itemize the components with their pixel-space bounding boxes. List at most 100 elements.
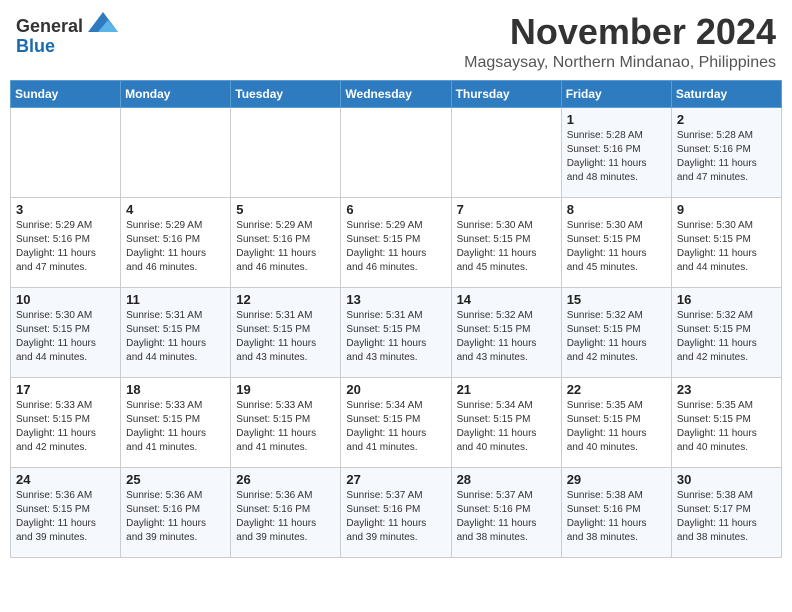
day-info: Sunrise: 5:38 AMSunset: 5:16 PMDaylight:… [567, 489, 666, 545]
table-row: 29 Sunrise: 5:38 AMSunset: 5:16 PMDayligh… [561, 467, 671, 557]
day-info: Sunrise: 5:31 AMSunset: 5:15 PMDaylight:… [346, 309, 445, 365]
day-number: 19 [236, 382, 335, 397]
day-number: 4 [126, 202, 225, 217]
day-number: 16 [677, 292, 776, 307]
table-row [341, 107, 451, 197]
table-row [121, 107, 231, 197]
day-number: 12 [236, 292, 335, 307]
day-info: Sunrise: 5:28 AMSunset: 5:16 PMDaylight:… [567, 129, 666, 185]
table-row: 18 Sunrise: 5:33 AMSunset: 5:15 PMDayligh… [121, 377, 231, 467]
day-number: 18 [126, 382, 225, 397]
table-row: 15Sunrise: 5:32 AMSunset: 5:15 PMDayligh… [561, 287, 671, 377]
table-row: 19 Sunrise: 5:33 AMSunset: 5:15 PMDayligh… [231, 377, 341, 467]
title-area: November 2024 Magsaysay, Northern Mindan… [464, 12, 776, 72]
day-info: Sunrise: 5:29 AMSunset: 5:16 PMDaylight:… [236, 219, 335, 275]
day-number: 10 [16, 292, 115, 307]
col-tuesday: Tuesday [231, 80, 341, 107]
day-info: Sunrise: 5:35 AMSunset: 5:15 PMDaylight:… [677, 399, 776, 455]
calendar-wrapper: Sunday Monday Tuesday Wednesday Thursday… [0, 80, 792, 568]
day-info: Sunrise: 5:31 AMSunset: 5:15 PMDaylight:… [126, 309, 225, 365]
day-number: 2 [677, 112, 776, 127]
day-number: 11 [126, 292, 225, 307]
day-info: Sunrise: 5:35 AMSunset: 5:15 PMDaylight:… [567, 399, 666, 455]
table-row [231, 107, 341, 197]
calendar-header-row: Sunday Monday Tuesday Wednesday Thursday… [11, 80, 782, 107]
logo-blue-text: Blue [16, 37, 55, 55]
day-number: 25 [126, 472, 225, 487]
table-row: 4 Sunrise: 5:29 AMSunset: 5:16 PMDaylight… [121, 197, 231, 287]
logo-icon [88, 12, 118, 32]
day-info: Sunrise: 5:38 AMSunset: 5:17 PMDaylight:… [677, 489, 776, 545]
logo-general-text: General [16, 16, 83, 36]
table-row: 17Sunrise: 5:33 AMSunset: 5:15 PMDayligh… [11, 377, 121, 467]
day-number: 28 [457, 472, 556, 487]
day-info: Sunrise: 5:33 AMSunset: 5:15 PMDaylight:… [126, 399, 225, 455]
table-row: 21Sunrise: 5:34 AMSunset: 5:15 PMDayligh… [451, 377, 561, 467]
table-row: 27Sunrise: 5:37 AMSunset: 5:16 PMDayligh… [341, 467, 451, 557]
day-number: 6 [346, 202, 445, 217]
day-number: 24 [16, 472, 115, 487]
table-row: 14 Sunrise: 5:32 AMSunset: 5:15 PMDayligh… [451, 287, 561, 377]
day-number: 26 [236, 472, 335, 487]
table-row: 2 Sunrise: 5:28 AMSunset: 5:16 PMDaylight… [671, 107, 781, 197]
col-wednesday: Wednesday [341, 80, 451, 107]
calendar-week-row: 1 Sunrise: 5:28 AMSunset: 5:16 PMDaylight… [11, 107, 782, 197]
day-number: 17 [16, 382, 115, 397]
calendar-week-row: 10 Sunrise: 5:30 AMSunset: 5:15 PMDayligh… [11, 287, 782, 377]
page-header: General Blue November 2024 Magsaysay, No… [0, 0, 792, 80]
table-row: 30 Sunrise: 5:38 AMSunset: 5:17 PMDayligh… [671, 467, 781, 557]
table-row: 12 Sunrise: 5:31 AMSunset: 5:15 PMDayligh… [231, 287, 341, 377]
day-number: 9 [677, 202, 776, 217]
day-info: Sunrise: 5:28 AMSunset: 5:16 PMDaylight:… [677, 129, 776, 185]
day-info: Sunrise: 5:36 AMSunset: 5:16 PMDaylight:… [126, 489, 225, 545]
table-row: 5 Sunrise: 5:29 AMSunset: 5:16 PMDaylight… [231, 197, 341, 287]
table-row: 16Sunrise: 5:32 AMSunset: 5:15 PMDayligh… [671, 287, 781, 377]
day-info: Sunrise: 5:36 AMSunset: 5:16 PMDaylight:… [236, 489, 335, 545]
table-row [451, 107, 561, 197]
table-row: 25 Sunrise: 5:36 AMSunset: 5:16 PMDayligh… [121, 467, 231, 557]
day-number: 13 [346, 292, 445, 307]
day-number: 1 [567, 112, 666, 127]
table-row: 13 Sunrise: 5:31 AMSunset: 5:15 PMDayligh… [341, 287, 451, 377]
col-friday: Friday [561, 80, 671, 107]
table-row: 28Sunrise: 5:37 AMSunset: 5:16 PMDayligh… [451, 467, 561, 557]
day-number: 3 [16, 202, 115, 217]
location-subtitle: Magsaysay, Northern Mindanao, Philippine… [464, 54, 776, 72]
day-info: Sunrise: 5:33 AMSunset: 5:15 PMDaylight:… [236, 399, 335, 455]
day-number: 8 [567, 202, 666, 217]
table-row: 3Sunrise: 5:29 AMSunset: 5:16 PMDaylight… [11, 197, 121, 287]
col-thursday: Thursday [451, 80, 561, 107]
day-number: 30 [677, 472, 776, 487]
col-monday: Monday [121, 80, 231, 107]
day-info: Sunrise: 5:30 AMSunset: 5:15 PMDaylight:… [677, 219, 776, 275]
day-info: Sunrise: 5:30 AMSunset: 5:15 PMDaylight:… [457, 219, 556, 275]
day-number: 15 [567, 292, 666, 307]
day-number: 14 [457, 292, 556, 307]
table-row: 1 Sunrise: 5:28 AMSunset: 5:16 PMDaylight… [561, 107, 671, 197]
day-info: Sunrise: 5:34 AMSunset: 5:15 PMDaylight:… [457, 399, 556, 455]
table-row: 22Sunrise: 5:35 AMSunset: 5:15 PMDayligh… [561, 377, 671, 467]
logo: General Blue [16, 12, 118, 55]
table-row: 10 Sunrise: 5:30 AMSunset: 5:15 PMDayligh… [11, 287, 121, 377]
table-row [11, 107, 121, 197]
day-info: Sunrise: 5:29 AMSunset: 5:16 PMDaylight:… [126, 219, 225, 275]
day-info: Sunrise: 5:30 AMSunset: 5:15 PMDaylight:… [567, 219, 666, 275]
day-info: Sunrise: 5:29 AMSunset: 5:15 PMDaylight:… [346, 219, 445, 275]
table-row: 23Sunrise: 5:35 AMSunset: 5:15 PMDayligh… [671, 377, 781, 467]
day-info: Sunrise: 5:34 AMSunset: 5:15 PMDaylight:… [346, 399, 445, 455]
table-row: 7 Sunrise: 5:30 AMSunset: 5:15 PMDaylight… [451, 197, 561, 287]
col-sunday: Sunday [11, 80, 121, 107]
calendar-week-row: 3 Sunrise: 5:29 AMSunset: 5:16 PMDaylight… [11, 197, 782, 287]
day-info: Sunrise: 5:30 AMSunset: 5:15 PMDaylight:… [16, 309, 115, 365]
calendar-week-row: 17 Sunrise: 5:33 AMSunset: 5:15 PMDayligh… [11, 377, 782, 467]
col-saturday: Saturday [671, 80, 781, 107]
table-row: 6 Sunrise: 5:29 AMSunset: 5:15 PMDaylight… [341, 197, 451, 287]
day-number: 27 [346, 472, 445, 487]
day-info: Sunrise: 5:31 AMSunset: 5:15 PMDaylight:… [236, 309, 335, 365]
day-number: 5 [236, 202, 335, 217]
day-info: Sunrise: 5:36 AMSunset: 5:15 PMDaylight:… [16, 489, 115, 545]
day-number: 7 [457, 202, 556, 217]
day-number: 29 [567, 472, 666, 487]
table-row: 26 Sunrise: 5:36 AMSunset: 5:16 PMDayligh… [231, 467, 341, 557]
day-info: Sunrise: 5:32 AMSunset: 5:15 PMDaylight:… [457, 309, 556, 365]
